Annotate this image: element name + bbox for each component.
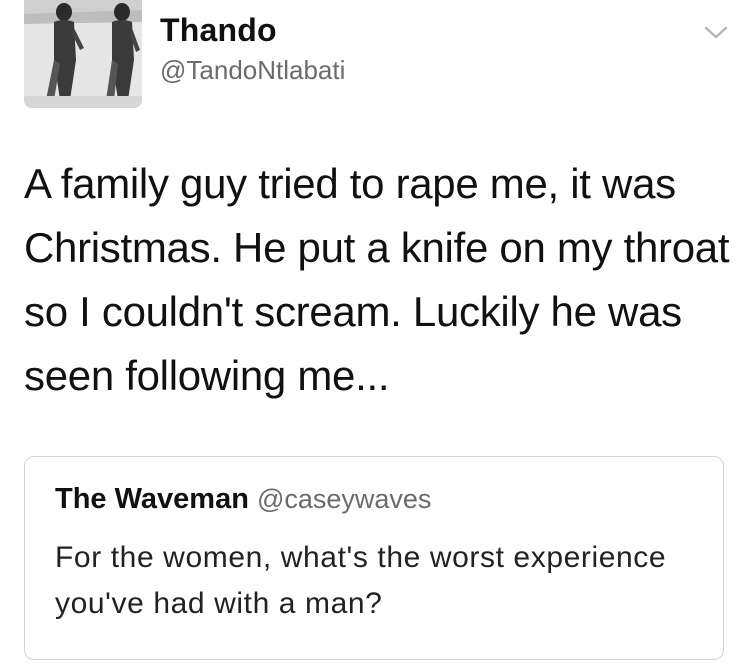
tweet-text: A family guy tried to rape me, it was Ch…	[24, 160, 730, 399]
quoted-tweet-text: For the women, what's the worst experien…	[55, 541, 667, 620]
author-handle[interactable]: @TandoNtlabati	[160, 55, 345, 86]
tweet-header: Thando @TandoNtlabati	[0, 0, 750, 120]
chevron-down-icon[interactable]	[702, 22, 730, 42]
quoted-author-handle: @caseywaves	[256, 484, 432, 514]
author-name[interactable]: Thando	[160, 12, 277, 49]
quoted-tweet[interactable]: The Waveman @caseywaves For the women, wh…	[24, 456, 724, 660]
quoted-tweet-header: The Waveman @caseywaves	[55, 483, 431, 516]
profile-photo-icon	[24, 0, 142, 108]
avatar[interactable]	[24, 0, 142, 108]
quoted-author-name: The Waveman	[55, 483, 249, 515]
